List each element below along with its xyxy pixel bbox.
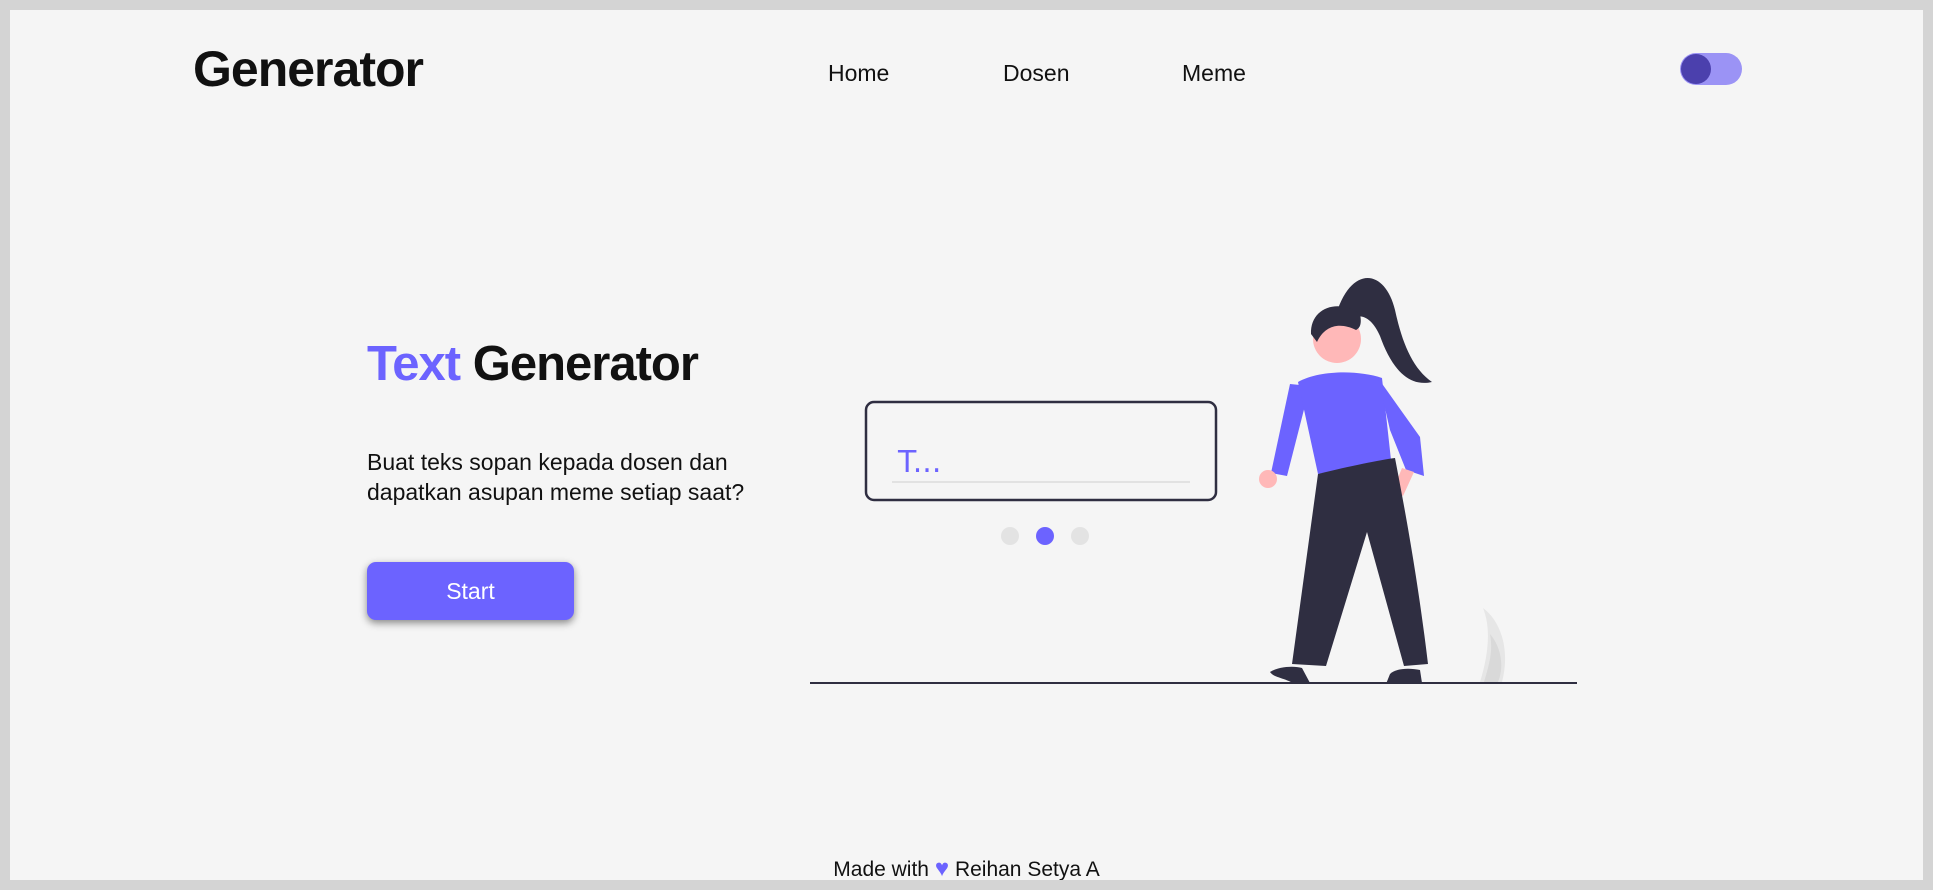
hero-title-accent: Text: [367, 337, 461, 391]
carousel-dot-1: [1001, 527, 1019, 545]
hero-illustration: T...: [810, 277, 1577, 684]
nav-link-meme[interactable]: Meme: [1182, 60, 1246, 87]
input-placeholder-text: T...: [897, 445, 941, 480]
toggle-knob: [1681, 54, 1711, 84]
nav-link-dosen[interactable]: Dosen: [1003, 60, 1069, 87]
carousel-dot-3: [1071, 527, 1089, 545]
footer-author: Reihan Setya A: [954, 858, 1100, 880]
hero-title: Text Generator: [367, 336, 699, 392]
theme-toggle-switch[interactable]: [1680, 53, 1742, 85]
hero-title-rest: Generator: [472, 337, 699, 391]
carousel-dot-2-active: [1036, 527, 1054, 545]
woman-figure: [1259, 277, 1432, 684]
hero-description: Buat teks sopan kepada dosen dan dapatka…: [367, 449, 745, 505]
footer-credit: Made with ♥ Reihan Setya A: [10, 855, 1923, 880]
main-navigation: Home Dosen Meme: [10, 60, 1923, 94]
nav-link-home[interactable]: Home: [828, 60, 889, 87]
browser-viewport: Generator Home Dosen Meme Text Generator…: [10, 10, 1923, 880]
footer-prefix: Made with: [833, 858, 929, 880]
heart-icon: ♥: [934, 855, 950, 880]
start-button[interactable]: Start: [367, 562, 574, 620]
